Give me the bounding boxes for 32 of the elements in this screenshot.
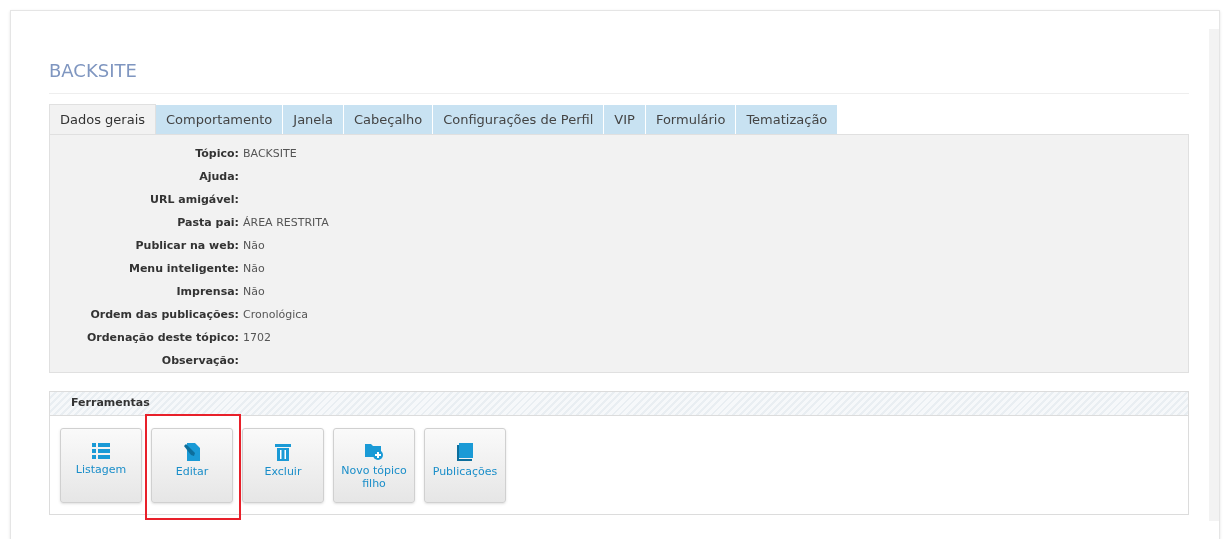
tab[interactable]: Comportamento: [156, 105, 284, 134]
page-title: BACKSITE: [49, 59, 138, 83]
book-icon: [457, 443, 473, 461]
folder-plus-icon: [365, 443, 383, 460]
trash-icon: [275, 443, 291, 461]
field-label: Tópico:: [194, 146, 239, 163]
tab[interactable]: VIP: [604, 105, 646, 134]
field-label: Imprensa:: [175, 284, 239, 301]
field-value: Não: [243, 238, 265, 255]
field-label: Pasta pai:: [176, 215, 239, 232]
field-label: URL amigável:: [149, 192, 239, 209]
field-label: Ordem das publicações:: [89, 307, 239, 324]
edit-icon: [184, 443, 200, 461]
field-label: Publicar na web:: [134, 238, 239, 255]
tab[interactable]: Tematização: [736, 105, 839, 134]
tab[interactable]: Janela: [283, 105, 344, 134]
tools-title: Ferramentas: [71, 395, 150, 412]
tab[interactable]: Formulário: [645, 105, 737, 134]
field-value: Cronológica: [243, 307, 308, 324]
field-label: Ordenação deste tópico:: [85, 330, 239, 347]
field-label: Ajuda:: [198, 169, 239, 186]
tab[interactable]: Configurações de Perfil: [433, 105, 605, 134]
field-label: Observação:: [160, 353, 239, 370]
field-value: 1702: [243, 330, 271, 347]
field-value: Não: [243, 261, 265, 278]
field-value: Não: [243, 284, 265, 301]
field-value: BACKSITE: [243, 146, 297, 163]
field-label: Menu inteligente:: [127, 261, 239, 278]
tab[interactable]: Dados gerais: [49, 104, 157, 134]
list-icon: [92, 443, 110, 459]
field-value: ÁREA RESTRITA: [243, 215, 329, 232]
tab[interactable]: Cabeçalho: [343, 105, 434, 134]
